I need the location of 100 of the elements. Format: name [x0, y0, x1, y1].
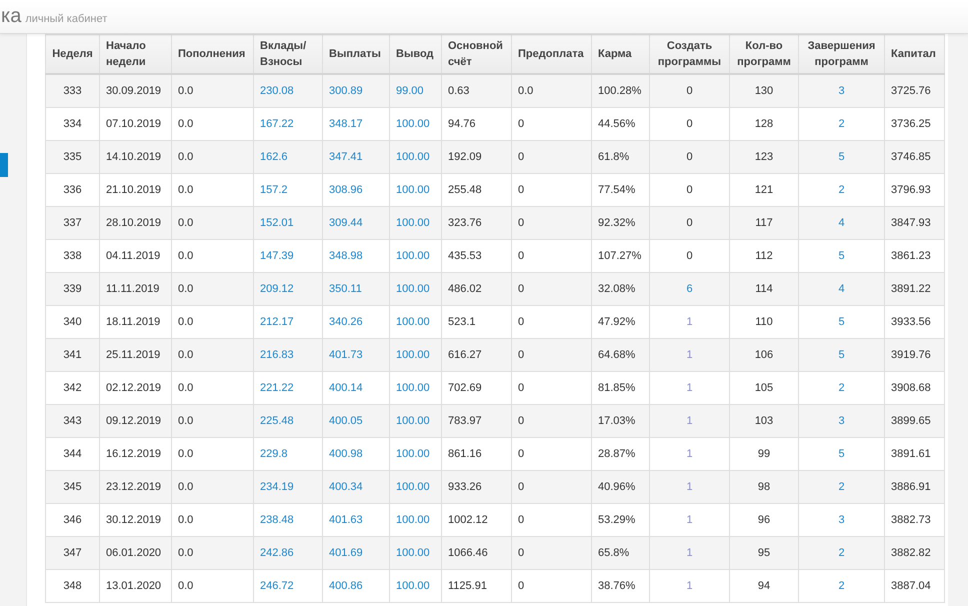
- table-cell-link[interactable]: 242.86: [254, 536, 322, 570]
- column-header: Начало недели: [100, 34, 172, 74]
- table-cell: 0.0: [172, 74, 254, 108]
- table-cell-link[interactable]: 152.01: [254, 206, 322, 240]
- table-cell-link[interactable]: 1: [650, 470, 730, 504]
- column-header: Вывод: [390, 34, 442, 74]
- table-cell-link[interactable]: 2: [798, 570, 884, 602]
- table-cell-link[interactable]: 3: [798, 404, 884, 438]
- table-cell: 0.0: [172, 140, 254, 174]
- table-cell: 343: [46, 404, 100, 438]
- table-cell-link[interactable]: 300.89: [322, 74, 390, 108]
- table-cell-link[interactable]: 100.00: [390, 140, 442, 174]
- table-cell-link[interactable]: 5: [798, 338, 884, 372]
- column-header: Неделя: [46, 34, 100, 74]
- table-cell: 06.01.2020: [100, 536, 172, 570]
- table-cell-link[interactable]: 1: [650, 536, 730, 570]
- table-cell-link[interactable]: 1: [650, 338, 730, 372]
- table-cell: 335: [46, 140, 100, 174]
- table-cell: 65.8%: [592, 536, 650, 570]
- table-cell: 09.12.2019: [100, 404, 172, 438]
- table-cell-link[interactable]: 350.11: [322, 272, 390, 306]
- table-cell: 0: [650, 140, 730, 174]
- table-cell: 123: [730, 140, 798, 174]
- table-cell: 98: [730, 470, 798, 504]
- column-header: Выплаты: [322, 34, 390, 74]
- table-cell: 23.12.2019: [100, 470, 172, 504]
- table-cell: 3746.85: [884, 140, 944, 174]
- table-cell: 192.09: [442, 140, 512, 174]
- table-cell-link[interactable]: 100.00: [390, 470, 442, 504]
- table-cell-link[interactable]: 400.05: [322, 404, 390, 438]
- table-cell-link[interactable]: 100.00: [390, 404, 442, 438]
- table-cell: 0.0: [172, 206, 254, 240]
- table-cell: 341: [46, 338, 100, 372]
- table-cell-link[interactable]: 225.48: [254, 404, 322, 438]
- table-cell-link[interactable]: 401.69: [322, 536, 390, 570]
- table-cell: 17.03%: [592, 404, 650, 438]
- table-cell-link[interactable]: 100.00: [390, 570, 442, 602]
- column-header: Кол-во программ: [730, 34, 798, 74]
- table-cell-link[interactable]: 400.34: [322, 470, 390, 504]
- table-cell-link[interactable]: 309.44: [322, 206, 390, 240]
- table-cell: 11.11.2019: [100, 272, 172, 306]
- table-cell: 3891.22: [884, 272, 944, 306]
- table-cell-link[interactable]: 100.00: [390, 272, 442, 306]
- column-header: Карма: [592, 34, 650, 74]
- table-cell-link[interactable]: 99.00: [390, 74, 442, 108]
- table-cell: 0: [512, 570, 592, 602]
- table-cell: 0.0: [172, 570, 254, 602]
- table-cell: 95: [730, 536, 798, 570]
- table-cell: 0: [512, 140, 592, 174]
- table-cell: 783.97: [442, 404, 512, 438]
- table-cell: 486.02: [442, 272, 512, 306]
- table-cell: 13.01.2020: [100, 570, 172, 602]
- table-cell-link[interactable]: 162.6: [254, 140, 322, 174]
- table-cell: 0: [512, 206, 592, 240]
- table-cell: 333: [46, 74, 100, 108]
- column-header: Предоплата: [512, 34, 592, 74]
- table-cell-link[interactable]: 209.12: [254, 272, 322, 306]
- table-cell: 0.0: [512, 74, 592, 108]
- table-cell-link[interactable]: 401.73: [322, 338, 390, 372]
- table-cell-link[interactable]: 400.86: [322, 570, 390, 602]
- table-cell-link[interactable]: 3: [798, 74, 884, 108]
- table-cell: 3886.91: [884, 470, 944, 504]
- table-cell-link[interactable]: 4: [798, 206, 884, 240]
- table-cell: 0.0: [172, 404, 254, 438]
- sidebar-active-marker[interactable]: [0, 153, 8, 177]
- table-cell: 3919.76: [884, 338, 944, 372]
- table-cell-link[interactable]: 1: [650, 404, 730, 438]
- table-cell-link[interactable]: 100.00: [390, 206, 442, 240]
- table-cell-link[interactable]: 4: [798, 272, 884, 306]
- table-cell: 3725.76: [884, 74, 944, 108]
- table-cell-link[interactable]: 2: [798, 470, 884, 504]
- table-cell-link[interactable]: 100.00: [390, 338, 442, 372]
- table-cell: 61.8%: [592, 140, 650, 174]
- table-cell: 3887.04: [884, 570, 944, 602]
- table-cell: 117: [730, 206, 798, 240]
- table-cell-link[interactable]: 234.19: [254, 470, 322, 504]
- table-cell-link[interactable]: 5: [798, 140, 884, 174]
- table-cell-link[interactable]: 1: [650, 570, 730, 602]
- table-cell-link[interactable]: 230.08: [254, 74, 322, 108]
- column-header: Завершения программ: [798, 34, 884, 74]
- table-cell: 40.96%: [592, 470, 650, 504]
- table-cell-link[interactable]: 6: [650, 272, 730, 306]
- site-logo-text[interactable]: ка: [1, 5, 22, 28]
- table-cell-link[interactable]: 347.41: [322, 140, 390, 174]
- table-cell: 25.11.2019: [100, 338, 172, 372]
- table-cell: 1125.91: [442, 570, 512, 602]
- column-header: Основной счёт: [442, 34, 512, 74]
- table-cell-link[interactable]: 100.00: [390, 536, 442, 570]
- table-cell-link[interactable]: 246.72: [254, 570, 322, 602]
- table-cell: 114: [730, 272, 798, 306]
- table-cell-link[interactable]: 216.83: [254, 338, 322, 372]
- column-header: Вклады/ Взносы: [254, 34, 322, 74]
- table-cell: 0: [512, 470, 592, 504]
- table-cell: 933.26: [442, 470, 512, 504]
- table-cell-link[interactable]: 2: [798, 536, 884, 570]
- table-cell: 3847.93: [884, 206, 944, 240]
- table-cell: 0: [512, 272, 592, 306]
- table-cell: 32.08%: [592, 272, 650, 306]
- table-cell: 64.68%: [592, 338, 650, 372]
- table-cell: 94: [730, 570, 798, 602]
